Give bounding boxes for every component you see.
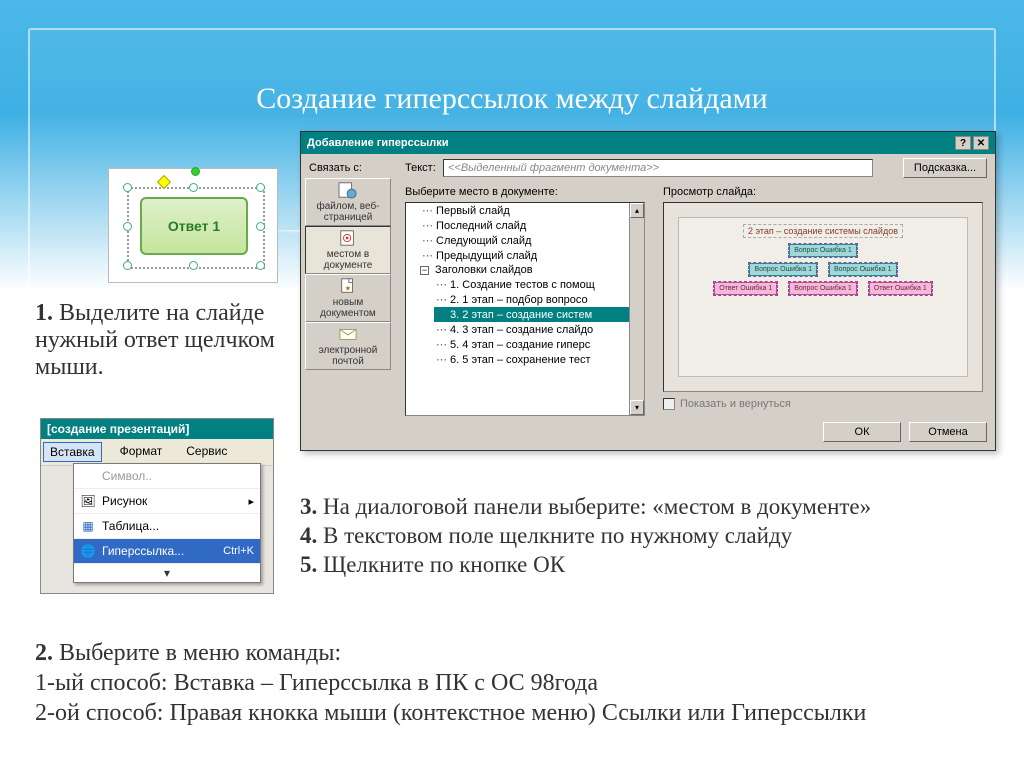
link-to-sidebar: файлом, веб-страницей местом в документе… — [305, 178, 391, 370]
menu-format[interactable]: Формат — [114, 442, 169, 462]
tree-slide-item[interactable]: ⋯ 3. 2 этап – создание систем — [434, 307, 644, 322]
globe-icon: 🌐 — [80, 543, 96, 559]
adjust-handle[interactable] — [157, 175, 171, 189]
svg-text:★: ★ — [345, 284, 351, 293]
slide-title: Создание гиперссылок между слайдами — [0, 82, 1024, 116]
tree-slide-item[interactable]: ⋯ 6. 5 этап – сохранение тест — [434, 352, 644, 367]
submenu-arrow-icon: ▸ — [248, 495, 254, 508]
link-place-in-doc[interactable]: местом в документе — [305, 226, 391, 274]
resize-handle[interactable] — [189, 261, 198, 270]
tree-item[interactable]: ⋯ Следующий слайд — [420, 233, 644, 248]
tree-group[interactable]: − Заголовки слайдов — [420, 263, 644, 277]
dialog-titlebar: Добавление гиперссылки ? ✕ — [301, 132, 995, 154]
tree-item[interactable]: ⋯ Последний слайд — [420, 218, 644, 233]
scroll-down-icon[interactable]: ▾ — [630, 400, 644, 415]
document-places-tree[interactable]: ⋯ Первый слайд⋯ Последний слайд⋯ Следующ… — [405, 202, 645, 416]
preview-slide-title: 2 этап – создание системы слайдов — [743, 224, 903, 238]
step-1-text: 1. Выделите на слайде нужный ответ щелчк… — [35, 300, 345, 381]
tree-slide-item[interactable]: ⋯ 2. 1 этап – подбор вопросо — [434, 292, 644, 307]
resize-handle[interactable] — [256, 183, 265, 192]
resize-handle[interactable] — [123, 222, 132, 231]
preview-label: Просмотр слайда: — [663, 186, 756, 198]
email-icon — [337, 325, 359, 343]
selected-shape-panel: Ответ 1 — [108, 168, 278, 283]
preview-node: Вопрос Ошибка 1 — [789, 244, 857, 257]
resize-handle[interactable] — [189, 183, 198, 192]
menu-item-hyperlink[interactable]: 🌐 Гиперссылка... Ctrl+K — [74, 539, 260, 564]
link-email[interactable]: электронной почтой — [305, 322, 391, 370]
link-to-label: Связать с: — [309, 162, 362, 174]
tree-label: Выберите место в документе: — [405, 186, 558, 198]
insert-menu-screenshot: [создание презентаций] Вставка Формат Се… — [40, 418, 274, 594]
window-titlebar: [создание презентаций] — [41, 419, 273, 439]
tree-slide-item[interactable]: ⋯ 5. 4 этап – создание гиперс — [434, 337, 644, 352]
resize-handle[interactable] — [256, 261, 265, 270]
hyperlink-dialog: Добавление гиперссылки ? ✕ Связать с: фа… — [300, 131, 996, 451]
tree-slide-item[interactable]: ⋯ 4. 3 этап – создание слайдо — [434, 322, 644, 337]
scrollbar[interactable]: ▴ ▾ — [629, 203, 644, 415]
preview-node: Ответ Ошибка 1 — [714, 282, 777, 295]
scroll-up-icon[interactable]: ▴ — [630, 203, 644, 218]
cancel-button[interactable]: Отмена — [909, 422, 987, 442]
help-icon[interactable]: ? — [955, 136, 971, 150]
steps-3-4-5-text: 3. На диалоговой панели выберите: «место… — [300, 493, 980, 579]
text-field[interactable]: <<Выделенный фрагмент документа>> — [443, 159, 873, 177]
file-globe-icon — [337, 181, 359, 199]
preview-node: Вопрос Ошибка 1 — [749, 263, 817, 276]
close-icon[interactable]: ✕ — [973, 136, 989, 150]
menu-item-symbol[interactable]: Символ.. — [74, 464, 260, 489]
new-document-icon: ★ — [337, 277, 359, 295]
resize-handle[interactable] — [256, 222, 265, 231]
step-2-text: 2. Выберите в меню команды: 1-ый способ:… — [35, 638, 995, 728]
slide-preview: 2 этап – создание системы слайдов Вопрос… — [663, 202, 983, 392]
ok-button[interactable]: ОК — [823, 422, 901, 442]
expand-chevron-icon[interactable]: ▾ — [74, 564, 260, 582]
menu-bar: Вставка Формат Сервис — [41, 439, 273, 466]
tree-item[interactable]: ⋯ Предыдущий слайд — [420, 248, 644, 263]
text-label: Текст: — [405, 162, 436, 174]
tree-slide-item[interactable]: ⋯ 1. Создание тестов с помощ — [434, 277, 644, 292]
resize-handle[interactable] — [123, 261, 132, 270]
rotation-handle[interactable] — [191, 167, 200, 176]
checkbox-icon — [663, 398, 675, 410]
table-icon: ▦ — [80, 518, 96, 534]
tree-item[interactable]: ⋯ Первый слайд — [420, 203, 644, 218]
picture-icon: 🖼 — [80, 493, 96, 509]
document-target-icon — [337, 229, 359, 247]
answer-shape[interactable]: Ответ 1 — [140, 197, 248, 255]
menu-item-table[interactable]: ▦ Таблица... — [74, 514, 260, 539]
menu-service[interactable]: Сервис — [180, 442, 233, 462]
preview-node: Вопрос Ошибка 1 — [829, 263, 897, 276]
resize-handle[interactable] — [123, 183, 132, 192]
tooltip-button[interactable]: Подсказка... — [903, 158, 987, 178]
link-new-doc[interactable]: ★ новым документом — [305, 274, 391, 322]
preview-node: Ответ Ошибка 1 — [869, 282, 932, 295]
menu-insert[interactable]: Вставка — [43, 442, 102, 462]
blank-icon — [80, 468, 96, 484]
menu-item-picture[interactable]: 🖼 Рисунок ▸ — [74, 489, 260, 514]
preview-node: Вопрос Ошибка 1 — [789, 282, 857, 295]
show-and-return-checkbox[interactable]: Показать и вернуться — [663, 398, 791, 410]
link-file-web[interactable]: файлом, веб-страницей — [305, 178, 391, 226]
insert-dropdown: Символ.. 🖼 Рисунок ▸ ▦ Таблица... 🌐 Гипе… — [73, 463, 261, 583]
